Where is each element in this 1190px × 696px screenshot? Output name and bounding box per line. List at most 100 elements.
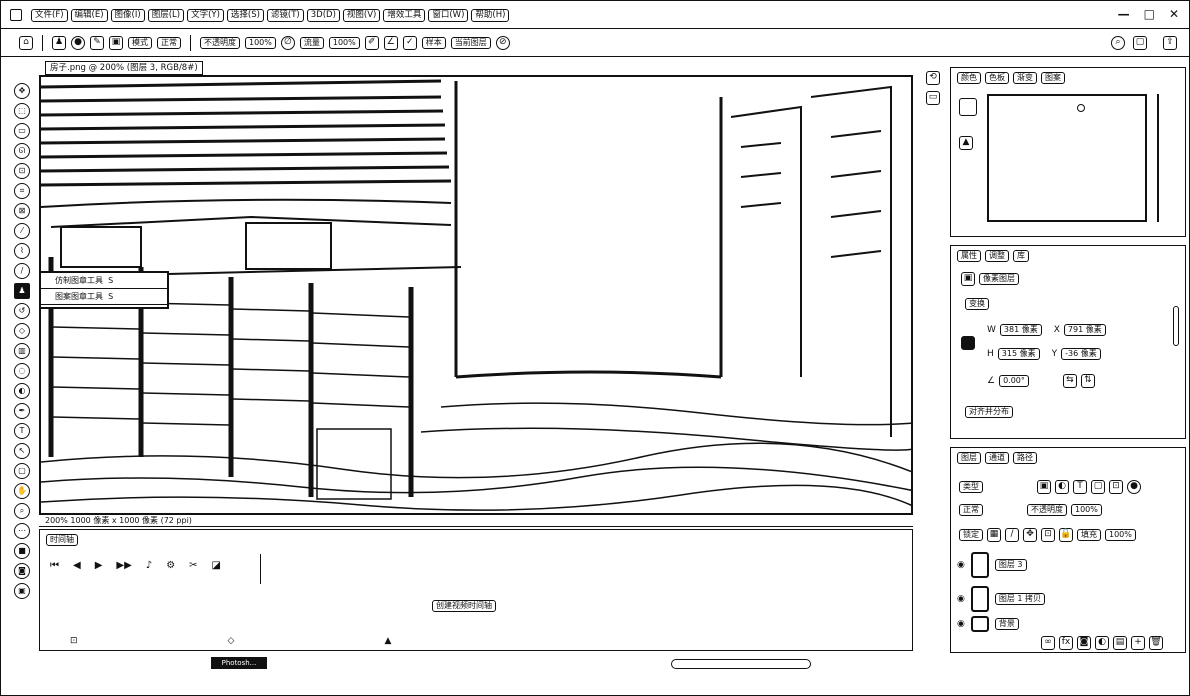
menu-3d[interactable]: 3D(D): [306, 9, 340, 22]
tab-properties[interactable]: 属性: [957, 250, 981, 262]
angle-input[interactable]: 0.00°: [999, 375, 1029, 387]
menu-file[interactable]: 文件(F): [31, 9, 68, 22]
foreground-color-icon[interactable]: [959, 98, 977, 116]
height-input[interactable]: 315 像素: [997, 348, 1040, 360]
zoom-out-icon[interactable]: ◇: [228, 636, 235, 646]
lock-artboard-icon[interactable]: ⊡: [1041, 528, 1055, 542]
home-icon[interactable]: ⌂: [19, 35, 33, 50]
sample-select[interactable]: 当前图层: [450, 36, 491, 49]
crop-tool-icon[interactable]: ⌗: [14, 183, 30, 199]
minimize-button[interactable]: —: [1118, 7, 1130, 21]
layer-filter-select[interactable]: 类型: [959, 481, 983, 493]
color-warning-icon[interactable]: ▲: [959, 136, 973, 150]
lock-all-icon[interactable]: 🔒: [1059, 528, 1073, 542]
blur-tool-icon[interactable]: ◌: [14, 363, 30, 379]
ignore-adjustment-icon[interactable]: ⊘: [495, 35, 510, 50]
tab-patterns[interactable]: 图案: [1041, 72, 1065, 84]
eyedropper-tool-icon[interactable]: ⁄: [14, 223, 30, 239]
play-icon[interactable]: ▶: [95, 560, 103, 571]
marquee-tool-icon[interactable]: ▭: [14, 123, 30, 139]
lock-image-icon[interactable]: /: [1005, 528, 1019, 542]
menu-layer[interactable]: 图层(L): [147, 9, 185, 22]
filter-toggle-icon[interactable]: ●: [1127, 480, 1141, 494]
menu-edit[interactable]: 编辑(E): [70, 9, 108, 22]
tab-adjustments[interactable]: 调整: [985, 250, 1009, 262]
align-distribute-label[interactable]: 对齐并分布: [965, 406, 1013, 418]
lasso-tool-icon[interactable]: ᘏ: [14, 143, 30, 159]
taskbar-app-photoshop[interactable]: Photosh...: [211, 657, 267, 669]
menu-type[interactable]: 文字(Y): [187, 9, 224, 22]
search-icon[interactable]: ⌕: [1111, 35, 1125, 50]
clone-stamp-tool-icon[interactable]: ♟: [14, 283, 30, 299]
history-panel-icon[interactable]: ⟲: [926, 71, 940, 85]
tab-layers[interactable]: 图层: [957, 452, 981, 464]
visibility-eye-icon[interactable]: ◉: [957, 619, 965, 629]
fill-input[interactable]: 100%: [1105, 529, 1136, 541]
brush-preset-icon[interactable]: ●: [71, 35, 85, 50]
menu-select[interactable]: 选择(S): [226, 9, 264, 22]
zoom-tool-icon[interactable]: ⌕: [14, 503, 30, 519]
lock-position-icon[interactable]: ✥: [1023, 528, 1037, 542]
filter-smart-icon[interactable]: ⊡: [1109, 480, 1123, 494]
filter-pixel-icon[interactable]: ▣: [1037, 480, 1051, 494]
blend-mode-select[interactable]: 正常: [959, 504, 983, 516]
pressure-opacity-icon[interactable]: ∅: [280, 35, 295, 50]
eraser-tool-icon[interactable]: ◇: [14, 323, 30, 339]
document-tab[interactable]: 房子.png @ 200% (图层 3, RGB/8#): [45, 61, 203, 75]
dodge-tool-icon[interactable]: ◐: [14, 383, 30, 399]
lock-transparent-icon[interactable]: ▦: [987, 528, 1001, 542]
zoom-in-icon[interactable]: ▲: [384, 636, 391, 646]
artboard-tool-icon[interactable]: ⬚: [14, 103, 30, 119]
new-layer-icon[interactable]: +: [1131, 636, 1145, 650]
tab-channels[interactable]: 通道: [985, 452, 1009, 464]
visibility-eye-icon[interactable]: ◉: [957, 594, 965, 604]
layer-style-icon[interactable]: fx: [1059, 636, 1073, 650]
shape-tool-icon[interactable]: ▢: [14, 463, 30, 479]
previous-frame-icon[interactable]: ◀: [73, 560, 81, 571]
tab-libraries[interactable]: 库: [1013, 250, 1029, 262]
type-tool-icon[interactable]: T: [14, 423, 30, 439]
color-swatches-icon[interactable]: ■: [14, 543, 30, 559]
gradient-tool-icon[interactable]: ▥: [14, 343, 30, 359]
settings-icon[interactable]: ⚙: [166, 560, 175, 571]
smoothing-icon[interactable]: ∠: [383, 35, 398, 50]
tab-swatches[interactable]: 色板: [985, 72, 1009, 84]
next-frame-icon[interactable]: ▶▶: [116, 560, 131, 571]
mode-select[interactable]: 正常: [157, 36, 181, 49]
maximize-button[interactable]: □: [1144, 7, 1155, 21]
brush-settings-icon[interactable]: ✎: [90, 35, 104, 50]
audio-icon[interactable]: ♪: [146, 560, 152, 571]
tab-paths[interactable]: 路径: [1013, 452, 1037, 464]
link-layers-icon[interactable]: ∞: [1041, 636, 1055, 650]
menu-view[interactable]: 视图(V): [342, 9, 381, 22]
link-dimensions-icon[interactable]: [961, 336, 975, 350]
move-tool-icon[interactable]: ✥: [14, 83, 30, 99]
layer-row[interactable]: ◉ 背景: [957, 614, 1181, 634]
y-input[interactable]: -36 像素: [1061, 348, 1101, 360]
new-group-icon[interactable]: ▤: [1113, 636, 1127, 650]
quick-mask-icon[interactable]: ◙: [14, 563, 30, 579]
properties-scrollbar[interactable]: [1173, 306, 1179, 346]
object-select-tool-icon[interactable]: ⊡: [14, 163, 30, 179]
document-canvas[interactable]: [39, 75, 913, 515]
comments-panel-icon[interactable]: ▭: [926, 91, 940, 105]
x-input[interactable]: 791 像素: [1063, 324, 1106, 336]
healing-brush-tool-icon[interactable]: ⌇: [14, 243, 30, 259]
flip-vertical-icon[interactable]: ⇅: [1080, 374, 1095, 388]
flyout-item-clone-stamp[interactable]: 仿制图章工具 S: [41, 273, 167, 289]
airbrush-icon[interactable]: ✐: [364, 35, 379, 50]
flow-input[interactable]: 100%: [328, 36, 360, 49]
color-picker-field[interactable]: [987, 94, 1147, 222]
menu-filter[interactable]: 滤镜(T): [266, 9, 304, 22]
frame-tool-icon[interactable]: ⊠: [14, 203, 30, 219]
flip-horizontal-icon[interactable]: ⇆: [1062, 374, 1077, 388]
visibility-eye-icon[interactable]: ◉: [957, 560, 965, 570]
more-tools-icon[interactable]: ⋯: [14, 523, 30, 539]
opacity-input[interactable]: 100%: [245, 36, 276, 49]
layer-row[interactable]: ◉ 图层 1 拷贝: [957, 584, 1181, 614]
split-icon[interactable]: ✂: [189, 560, 197, 571]
filter-shape-icon[interactable]: ▢: [1091, 480, 1105, 494]
filter-adjustment-icon[interactable]: ◐: [1055, 480, 1069, 494]
pen-tool-icon[interactable]: ✒: [14, 403, 30, 419]
path-select-tool-icon[interactable]: ↖: [14, 443, 30, 459]
